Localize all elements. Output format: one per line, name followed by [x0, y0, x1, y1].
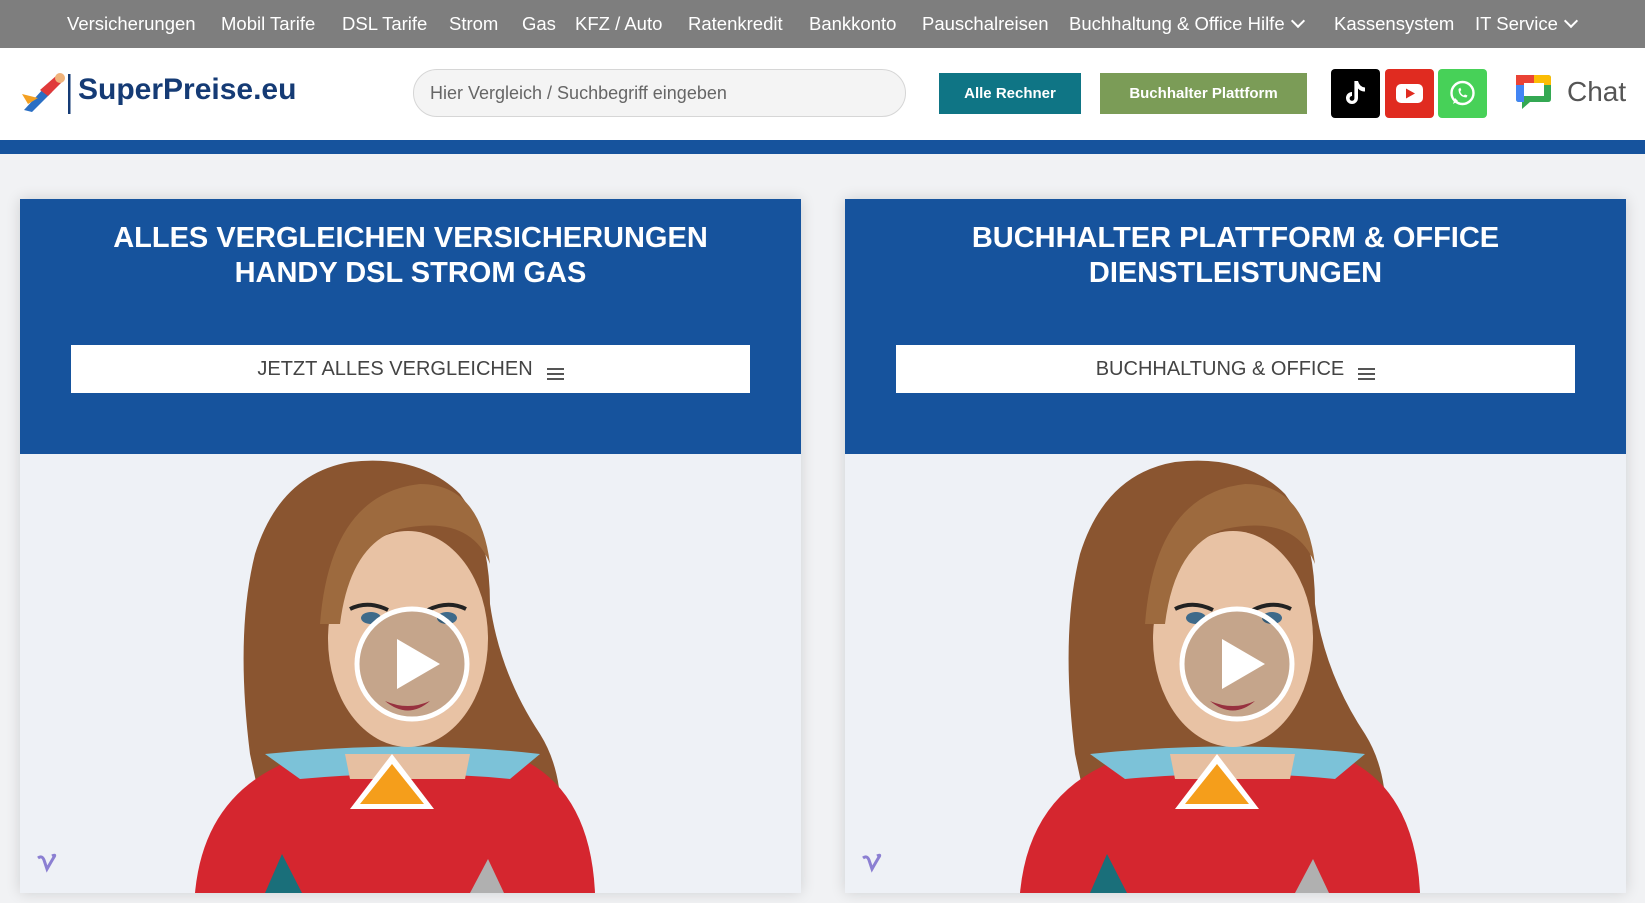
vimeo-icon: [862, 853, 882, 873]
nav-pauschalreisen[interactable]: Pauschalreisen: [922, 0, 1049, 48]
nav-mobil-tarife[interactable]: Mobil Tarife: [221, 0, 315, 48]
alle-rechner-button[interactable]: Alle Rechner: [939, 73, 1081, 114]
nav-buchhaltung-label: Buchhaltung & Office Hilfe: [1069, 13, 1285, 34]
panel-button-label: JETZT ALLES VERGLEICHEN: [257, 358, 533, 380]
menu-icon: [546, 368, 564, 370]
nav-bankkonto[interactable]: Bankkonto: [809, 0, 896, 48]
chevron-down-icon: [1290, 13, 1305, 29]
buchhalter-plattform-button[interactable]: Buchhalter Plattform: [1100, 73, 1307, 114]
panel-buchhalter: BUCHHALTER PLATTFORM & OFFICE DIENSTLEIS…: [845, 199, 1626, 893]
tiktok-icon: [1346, 81, 1365, 104]
panel-header: ALLES VERGLEICHEN VERSICHERUNGEN HANDY D…: [20, 199, 801, 454]
google-chat-icon: [1516, 75, 1551, 109]
jetzt-alles-vergleichen-button[interactable]: JETZT ALLES VERGLEICHEN: [71, 345, 750, 393]
youtube-button[interactable]: [1385, 69, 1434, 118]
chat-label: Chat: [1567, 76, 1627, 107]
nav-kfz-auto[interactable]: KFZ / Auto: [575, 0, 662, 48]
top-navigation: Versicherungen Mobil Tarife DSL Tarife S…: [0, 0, 1645, 48]
nav-buchhaltung-office-hilfe[interactable]: Buchhaltung & Office Hilfe: [1069, 0, 1305, 48]
tiktok-button[interactable]: [1331, 69, 1380, 118]
nav-versicherungen[interactable]: Versicherungen: [67, 0, 196, 48]
panel-title: BUCHHALTER PLATTFORM & OFFICE DIENSTLEIS…: [971, 222, 1500, 289]
play-icon[interactable]: [352, 604, 472, 724]
nav-gas[interactable]: Gas: [522, 0, 556, 48]
logo-link[interactable]: [18, 70, 74, 121]
nav-ratenkredit[interactable]: Ratenkredit: [688, 0, 783, 48]
video-player[interactable]: [845, 454, 1626, 893]
nav-it-service[interactable]: IT Service: [1475, 0, 1579, 48]
nav-it-service-label: IT Service: [1475, 13, 1558, 34]
panel-header: BUCHHALTER PLATTFORM & OFFICE DIENSTLEIS…: [845, 199, 1626, 454]
play-icon[interactable]: [1177, 604, 1297, 724]
nav-strom[interactable]: Strom: [449, 0, 498, 48]
youtube-icon: [1396, 84, 1423, 103]
whatsapp-button[interactable]: [1438, 69, 1487, 118]
buchhaltung-office-button[interactable]: BUCHHALTUNG & OFFICE: [896, 345, 1575, 393]
nav-kassensystem[interactable]: Kassensystem: [1334, 0, 1454, 48]
panel-title: ALLES VERGLEICHEN VERSICHERUNGEN HANDY D…: [113, 222, 708, 289]
logo-text[interactable]: SuperPreise.eu: [78, 73, 296, 107]
chevron-down-icon: [1563, 13, 1579, 29]
header-accent-bar: [0, 140, 1645, 154]
panel-vergleich: ALLES VERGLEICHEN VERSICHERUNGEN HANDY D…: [20, 199, 801, 893]
whatsapp-icon: [1450, 80, 1475, 106]
search-input[interactable]: [413, 69, 906, 117]
nav-dsl-tarife[interactable]: DSL Tarife: [342, 0, 427, 48]
video-player[interactable]: [20, 454, 801, 893]
vimeo-icon: [37, 853, 57, 873]
superhero-logo-icon: [22, 73, 71, 114]
panel-button-label: BUCHHALTUNG & OFFICE: [1095, 358, 1345, 380]
menu-icon: [1358, 368, 1376, 370]
